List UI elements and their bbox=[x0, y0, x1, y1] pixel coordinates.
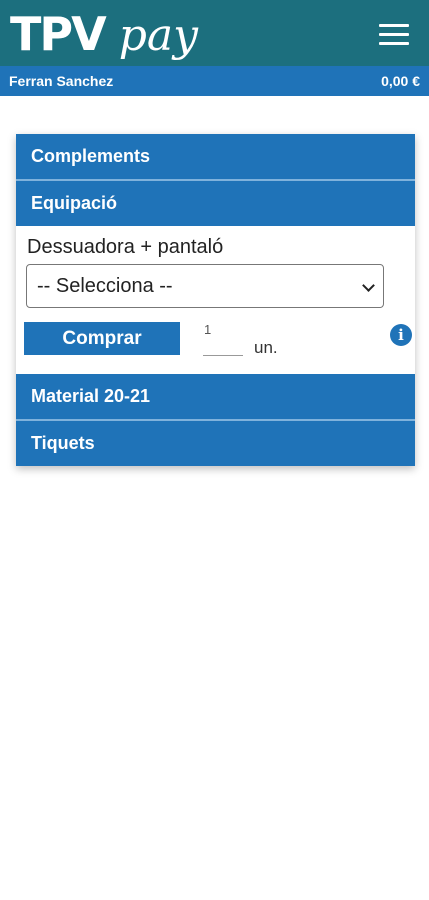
app-header: TPV pay bbox=[0, 0, 429, 66]
category-equipacio[interactable]: Equipació bbox=[16, 181, 415, 226]
logo-pay-text: pay bbox=[118, 10, 198, 61]
category-tiquets[interactable]: Tiquets bbox=[16, 421, 415, 466]
user-name: Ferran Sanchez bbox=[9, 73, 114, 89]
info-icon[interactable]: i bbox=[390, 324, 412, 346]
buy-button[interactable]: Comprar bbox=[24, 322, 180, 355]
select-value: -- Selecciona -- bbox=[37, 275, 173, 297]
user-bar: Ferran Sanchez 0,00 € bbox=[0, 66, 429, 96]
category-material[interactable]: Material 20-21 bbox=[16, 374, 415, 419]
logo-tpv-text: TPV bbox=[10, 7, 107, 61]
quantity-input[interactable]: 1 bbox=[203, 320, 243, 356]
unit-label: un. bbox=[254, 338, 278, 357]
product-name: Dessuadora + pantaló bbox=[27, 236, 224, 258]
chevron-down-icon bbox=[362, 279, 375, 292]
hamburger-menu-icon[interactable] bbox=[376, 22, 412, 48]
app-logo: TPV pay bbox=[10, 4, 198, 64]
quantity-value: 1 bbox=[204, 322, 212, 337]
balance-amount: 0,00 € bbox=[381, 73, 420, 89]
category-complements[interactable]: Complements bbox=[16, 134, 415, 179]
variant-select[interactable]: -- Selecciona -- bbox=[26, 264, 384, 308]
category-panel: Complements Equipació Dessuadora + panta… bbox=[16, 134, 415, 466]
